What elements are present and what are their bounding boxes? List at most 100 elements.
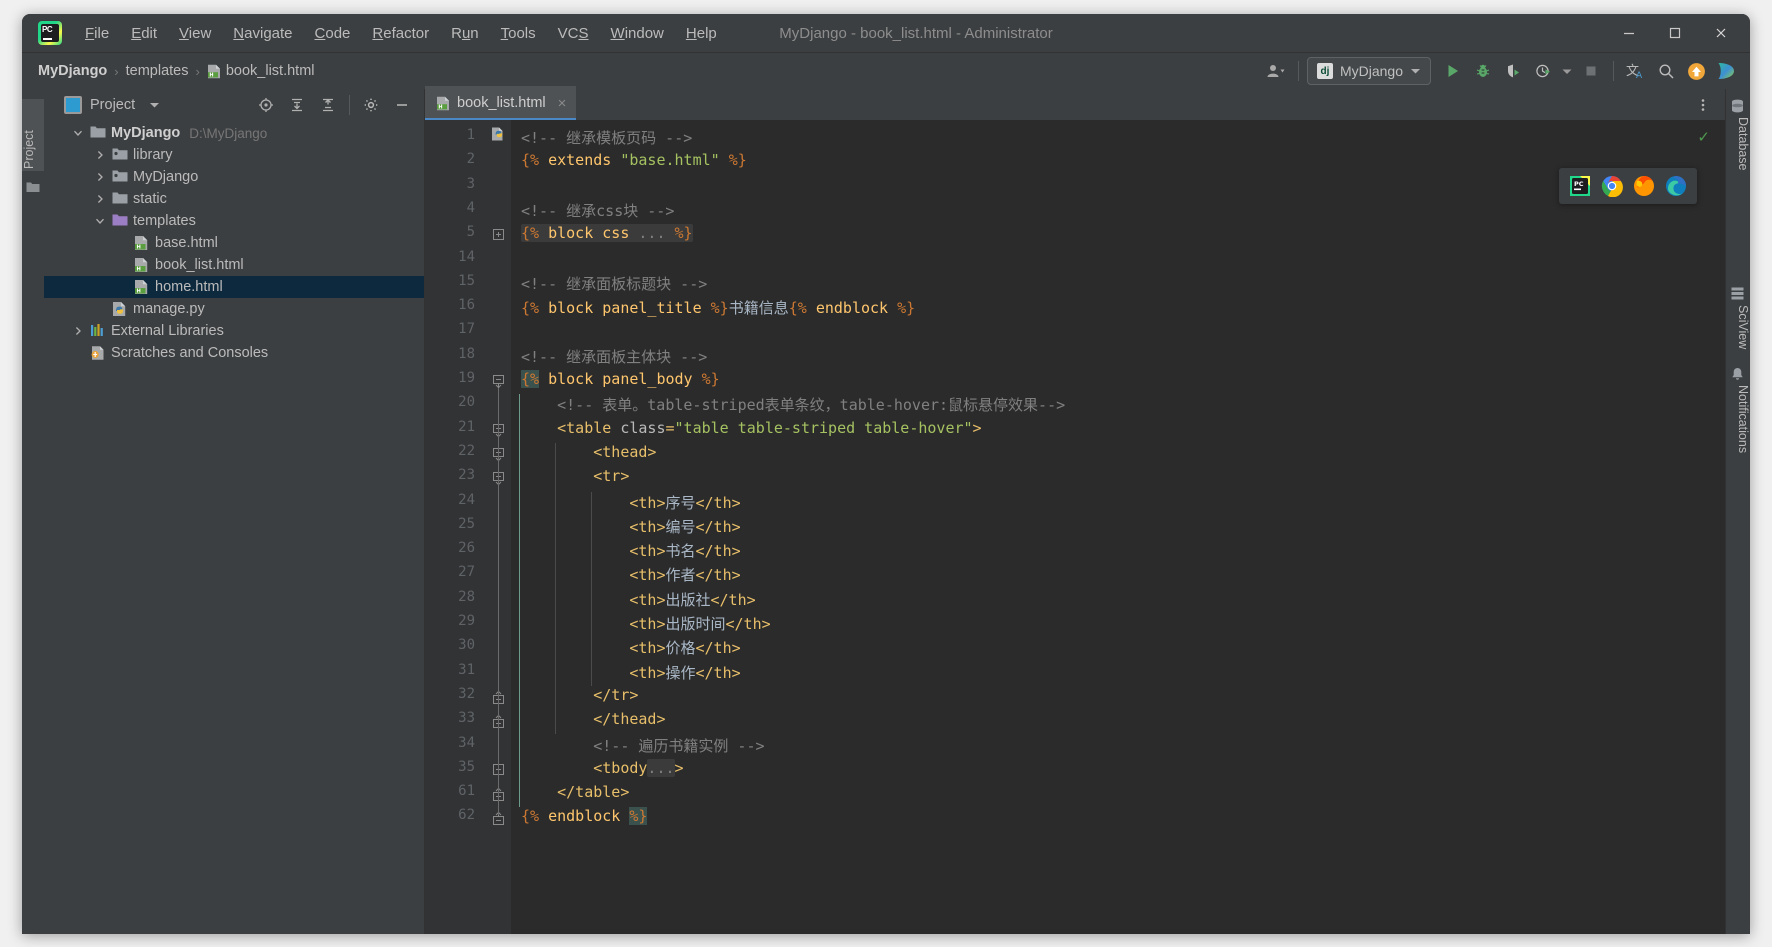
coverage-icon[interactable] — [1499, 57, 1527, 85]
hide-minus-icon[interactable] — [388, 91, 416, 119]
code-line[interactable]: <tbody...> — [593, 758, 684, 777]
python-run-icon[interactable] — [491, 126, 507, 142]
code-line[interactable]: <th>编号</th> — [629, 516, 740, 537]
code-line[interactable]: {% extends "base.html" %} — [521, 151, 747, 169]
code-line[interactable]: </thead> — [593, 710, 665, 728]
line-number: 62 — [458, 807, 475, 824]
menu-refactor[interactable]: Refactor — [361, 22, 440, 45]
notifications-bell-icon[interactable] — [1731, 367, 1744, 381]
editor-tab-book-list[interactable]: H book_list.html × — [425, 86, 577, 120]
chevron-down-icon[interactable] — [92, 216, 108, 226]
tree-node-home-html[interactable]: Hhome.html — [44, 276, 424, 298]
menu-file[interactable]: File — [74, 22, 120, 45]
right-strip-notifications-label[interactable]: Notifications — [1726, 385, 1750, 495]
debug-bug-icon[interactable] — [1469, 57, 1497, 85]
arrow-up-circle-icon[interactable] — [1682, 57, 1710, 85]
chevron-down-icon[interactable] — [1559, 57, 1575, 85]
code-line[interactable]: <th>书名</th> — [629, 540, 740, 561]
tree-node-scratches-and-consoles[interactable]: Scratches and Consoles — [44, 342, 424, 364]
chevron-down-icon[interactable] — [70, 128, 86, 138]
code-line[interactable]: {% block panel_body %} — [521, 370, 720, 388]
folder-icon[interactable] — [26, 181, 40, 193]
right-strip-database-label[interactable]: Database — [1726, 117, 1750, 203]
menu-vcs[interactable]: VCS — [547, 22, 600, 45]
fold-expand-icon[interactable] — [493, 229, 504, 241]
code-line[interactable]: <!-- 继承模板页码 --> — [521, 127, 692, 148]
edge-icon[interactable] — [1665, 175, 1687, 197]
code-line[interactable]: <!-- 遍历书籍实例 --> — [593, 735, 764, 756]
menu-navigate[interactable]: Navigate — [222, 22, 303, 45]
chevron-right-icon[interactable] — [92, 194, 108, 204]
fold-collapse-icon[interactable] — [493, 375, 504, 388]
code-line[interactable]: <table class="table table-striped table-… — [557, 419, 981, 437]
tree-node-templates[interactable]: templates — [44, 210, 424, 232]
sciview-icon[interactable] — [1731, 287, 1744, 300]
profiler-icon[interactable] — [1529, 57, 1557, 85]
tree-node-mydjango[interactable]: MyDjango D:\MyDjango — [44, 122, 424, 144]
tree-node-library[interactable]: library — [44, 144, 424, 166]
code-line[interactable]: {% block css ... %} — [521, 224, 693, 243]
tree-node-external-libraries[interactable]: External Libraries — [44, 320, 424, 342]
chevron-right-icon[interactable] — [92, 172, 108, 182]
code-line[interactable]: <thead> — [593, 443, 656, 461]
maximize-button[interactable] — [1652, 14, 1698, 52]
menu-window[interactable]: Window — [600, 22, 675, 45]
menu-run[interactable]: Run — [440, 22, 490, 45]
breadcrumb-templates[interactable]: templates — [126, 63, 189, 79]
play-gradient-icon[interactable] — [1712, 57, 1740, 85]
django-icon: dj — [1316, 63, 1333, 79]
code-line[interactable]: </table> — [557, 783, 629, 801]
more-vertical-icon[interactable] — [1689, 91, 1717, 119]
code-line[interactable]: <!-- 继承css块 --> — [521, 200, 674, 221]
user-icon[interactable] — [1262, 57, 1290, 85]
close-button[interactable] — [1698, 14, 1744, 52]
run-configuration-selector[interactable]: dj MyDjango — [1306, 57, 1431, 85]
code-line[interactable]: <th>出版时间</th> — [629, 613, 770, 634]
left-strip-project-button[interactable]: Project — [22, 99, 44, 171]
inspection-ok-icon[interactable]: ✓ — [1697, 128, 1710, 146]
tree-node-mydjango[interactable]: MyDjango — [44, 166, 424, 188]
code-line[interactable]: <th>序号</th> — [629, 492, 740, 513]
code-editor[interactable]: 1 <!-- 继承模板页码 --> 2 {% extends "base.html" … — [425, 120, 1725, 934]
code-line[interactable]: {% block panel_title %}书籍信息{% endblock %… — [521, 297, 915, 318]
chevron-right-icon[interactable] — [70, 326, 86, 336]
code-line[interactable]: </tr> — [593, 686, 638, 704]
translate-icon[interactable]: 文 A — [1622, 57, 1650, 85]
tree-node-manage-py[interactable]: manage.py — [44, 298, 424, 320]
code-line[interactable]: <th>价格</th> — [629, 637, 740, 658]
database-icon[interactable] — [1731, 99, 1744, 113]
code-line[interactable]: <th>操作</th> — [629, 662, 740, 683]
tree-node-static[interactable]: static — [44, 188, 424, 210]
search-icon[interactable] — [1652, 57, 1680, 85]
code-line[interactable]: <!-- 继承面板主体块 --> — [521, 346, 707, 367]
locate-icon[interactable] — [252, 91, 280, 119]
code-line[interactable]: <th>作者</th> — [629, 564, 740, 585]
menu-help[interactable]: Help — [675, 22, 728, 45]
stop-square-icon[interactable] — [1577, 57, 1605, 85]
expand-all-icon[interactable] — [283, 91, 311, 119]
tree-node-base-html[interactable]: Hbase.html — [44, 232, 424, 254]
settings-gear-icon[interactable] — [357, 91, 385, 119]
menu-edit[interactable]: Edit — [120, 22, 168, 45]
menu-code[interactable]: Code — [304, 22, 362, 45]
code-line[interactable]: <!-- 表单。table-striped表单条纹，table-hover:鼠标… — [557, 394, 1065, 415]
close-icon[interactable]: × — [558, 95, 567, 112]
run-play-icon[interactable] — [1439, 57, 1467, 85]
breadcrumb-book-list-html[interactable]: Hbook_list.html — [207, 63, 315, 79]
editor-scrollbar[interactable] — [1711, 120, 1725, 934]
code-line[interactable]: <!-- 继承面板标题块 --> — [521, 273, 707, 294]
firefox-icon[interactable] — [1633, 175, 1655, 197]
chevron-right-icon[interactable] — [92, 150, 108, 160]
menu-view[interactable]: View — [168, 22, 222, 45]
collapse-all-icon[interactable] — [314, 91, 342, 119]
pycharm-icon[interactable]: PC — [1569, 175, 1591, 197]
chevron-down-icon[interactable] — [149, 101, 160, 109]
code-line[interactable]: {% endblock %} — [521, 807, 648, 826]
code-line[interactable]: <tr> — [593, 467, 629, 485]
breadcrumb-mydjango[interactable]: MyDjango — [38, 63, 107, 79]
minimize-button[interactable] — [1606, 14, 1652, 52]
chrome-icon[interactable] — [1601, 175, 1623, 197]
tree-node-book-list-html[interactable]: Hbook_list.html — [44, 254, 424, 276]
code-line[interactable]: <th>出版社</th> — [629, 589, 755, 610]
menu-tools[interactable]: Tools — [490, 22, 547, 45]
